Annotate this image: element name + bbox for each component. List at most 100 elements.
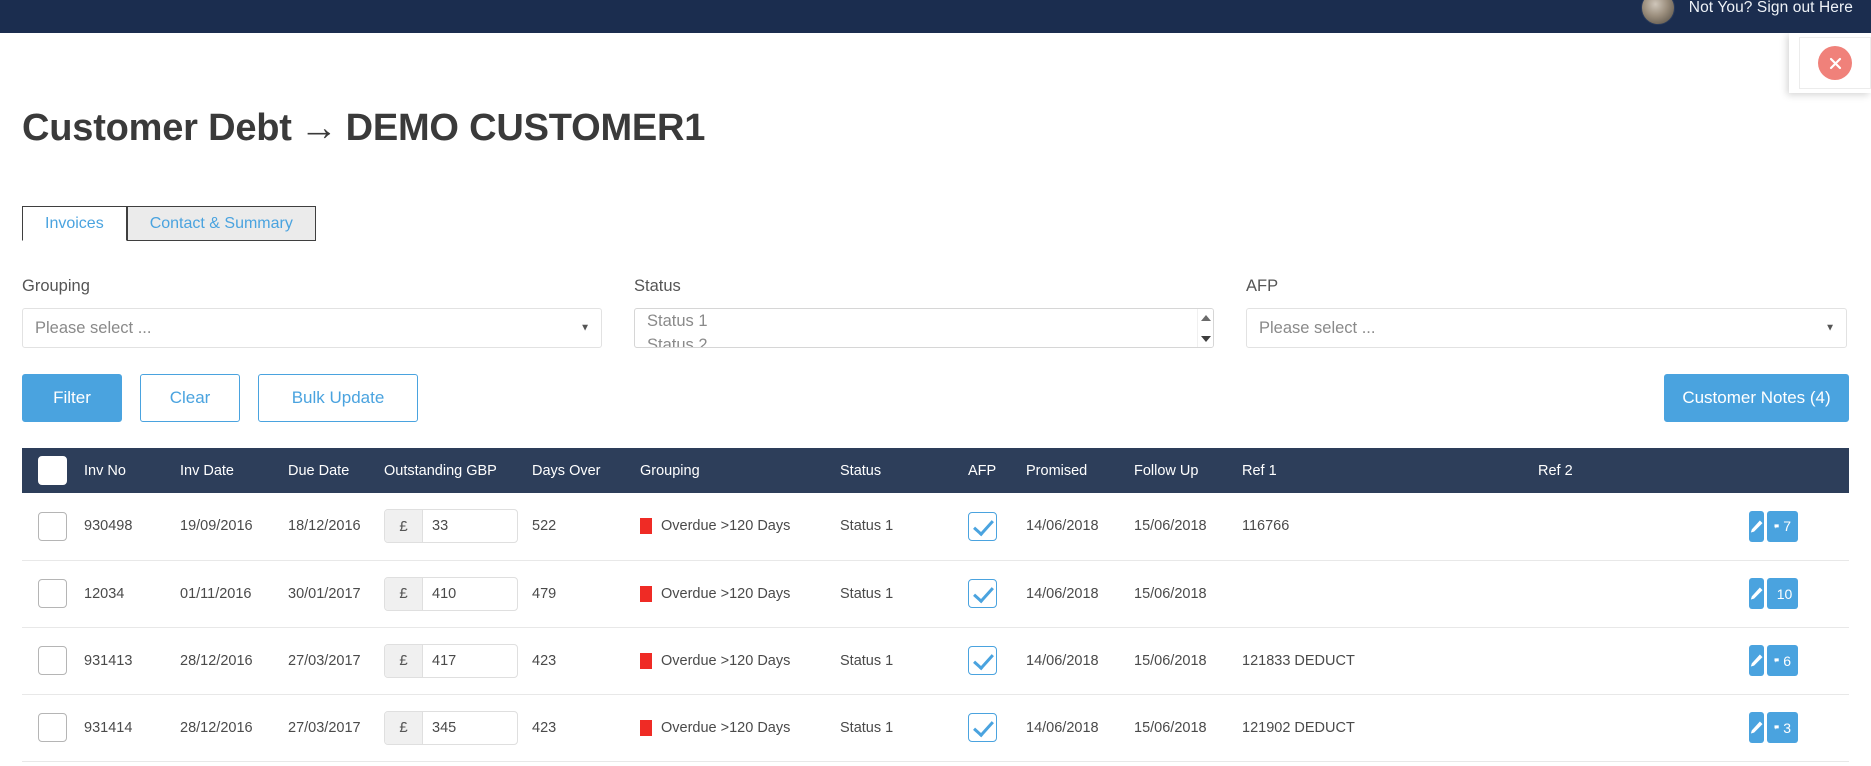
close-icon[interactable] <box>1818 46 1852 80</box>
afp-select[interactable]: Please select ... ▼ <box>1246 308 1847 348</box>
cell-inv-date: 01/11/2016 <box>174 560 282 628</box>
header-outstanding-gbp[interactable]: Outstanding GBP <box>378 448 526 493</box>
cell-days-over: 479 <box>526 560 634 628</box>
pencil-icon[interactable] <box>1749 645 1764 676</box>
afp-checkbox[interactable] <box>968 646 997 675</box>
cell-days-over: 522 <box>526 493 634 561</box>
afp-checkbox[interactable] <box>968 579 997 608</box>
cell-ref-1: 116766 <box>1236 493 1532 561</box>
header-inv-no[interactable]: Inv No <box>78 448 174 493</box>
outstanding-input-group: £33 <box>384 509 518 544</box>
header-inv-date[interactable]: Inv Date <box>174 448 282 493</box>
status-listbox-scrollbar[interactable] <box>1197 309 1213 347</box>
currency-symbol-icon: £ <box>385 644 423 677</box>
cell-follow-up: 15/06/2018 <box>1128 560 1236 628</box>
cell-outstanding: £345 <box>378 694 526 762</box>
header-status[interactable]: Status <box>834 448 962 493</box>
cell-follow-up: 15/06/2018 <box>1128 627 1236 695</box>
grouping-text: Overdue >120 Days <box>661 719 791 736</box>
cell-outstanding: £410 <box>378 560 526 628</box>
status-option-1[interactable]: Status 1 <box>635 309 1213 333</box>
clear-button[interactable]: Clear <box>140 374 240 422</box>
cell-due-date: 30/01/2017 <box>282 560 378 628</box>
cell-row-actions: 3 <box>1749 694 1849 762</box>
grouping-filter-group: Grouping Please select ... ▼ <box>22 277 634 348</box>
cell-follow-up: 15/06/2018 <box>1128 694 1236 762</box>
pencil-icon[interactable] <box>1749 510 1764 542</box>
cell-inv-date: 28/12/2016 <box>174 694 282 762</box>
header-ref-1[interactable]: Ref 1 <box>1236 448 1532 493</box>
cell-grouping: Overdue >120 Days <box>634 694 834 762</box>
cell-due-date: 18/12/2016 <box>282 493 378 561</box>
cell-outstanding: £417 <box>378 627 526 695</box>
cell-promised: 14/06/2018 <box>1020 694 1128 762</box>
cell-inv-date: 28/12/2016 <box>174 627 282 695</box>
status-option-2[interactable]: Status 2 <box>635 333 1213 347</box>
cell-row-actions: 7 <box>1749 493 1849 561</box>
outstanding-input[interactable]: 410 <box>423 578 517 610</box>
header-promised[interactable]: Promised <box>1020 448 1128 493</box>
note-comment-icon[interactable]: 3 <box>1767 712 1798 743</box>
invoice-table-header: Inv No Inv Date Due Date Outstanding GBP… <box>22 448 1849 493</box>
customer-notes-button[interactable]: Customer Notes (4) <box>1664 374 1849 422</box>
afp-filter-group: AFP Please select ... ▼ <box>1246 277 1847 348</box>
row-select-checkbox[interactable] <box>38 511 67 541</box>
cell-inv-no: 931413 <box>78 627 174 695</box>
afp-checkbox[interactable] <box>968 511 997 541</box>
invoice-table-body: 930498 19/09/2016 18/12/2016 £33 522 Overdue … <box>22 493 1849 762</box>
currency-symbol-icon: £ <box>385 711 423 744</box>
bulk-update-button[interactable]: Bulk Update <box>258 374 418 422</box>
page-title-customer: DEMO CUSTOMER1 <box>345 107 706 149</box>
select-all-checkbox[interactable] <box>38 456 67 485</box>
pencil-icon[interactable] <box>1749 578 1764 609</box>
cell-promised: 14/06/2018 <box>1020 493 1128 561</box>
filter-button[interactable]: Filter <box>22 374 122 422</box>
outstanding-input[interactable]: 33 <box>423 510 517 542</box>
note-comment-icon[interactable]: 7 <box>1767 510 1798 542</box>
cell-inv-date: 19/09/2016 <box>174 493 282 561</box>
cell-outstanding: £33 <box>378 493 526 561</box>
outstanding-input[interactable]: 345 <box>423 712 517 744</box>
cell-status: Status 1 <box>834 694 962 762</box>
row-select-checkbox[interactable] <box>38 646 67 675</box>
header-days-over[interactable]: Days Over <box>526 448 634 493</box>
tab-invoices[interactable]: Invoices <box>22 206 127 241</box>
status-filter-group: Status Status 1 Status 2 <box>634 277 1246 348</box>
outstanding-input[interactable]: 417 <box>423 645 517 677</box>
header-ref-2[interactable]: Ref 2 <box>1532 448 1792 493</box>
outstanding-input-group: £417 <box>384 643 518 678</box>
sign-out-link[interactable]: Not You? Sign out Here <box>1689 0 1853 17</box>
header-due-date[interactable]: Due Date <box>282 448 378 493</box>
cell-status: Status 1 <box>834 493 962 561</box>
cell-grouping: Overdue >120 Days <box>634 627 834 695</box>
header-follow-up[interactable]: Follow Up <box>1128 448 1236 493</box>
status-label: Status <box>634 277 681 295</box>
grouping-select[interactable]: Please select ... ▼ <box>22 308 602 348</box>
cell-afp <box>962 627 1020 695</box>
chevron-down-icon: ▼ <box>1825 322 1835 334</box>
cell-status: Status 1 <box>834 627 962 695</box>
navbar-user-area: Not You? Sign out Here <box>1640 0 1853 25</box>
note-comment-icon[interactable]: 10 <box>1767 578 1798 609</box>
cell-row-actions: 10 <box>1749 560 1849 628</box>
row-select-checkbox[interactable] <box>38 579 67 608</box>
header-grouping[interactable]: Grouping <box>634 448 834 493</box>
status-listbox[interactable]: Status 1 Status 2 <box>634 308 1214 348</box>
header-afp[interactable]: AFP <box>962 448 1020 493</box>
action-button-bar: Filter Clear Bulk Update Customer Notes … <box>22 374 1849 422</box>
cell-days-over: 423 <box>526 627 634 695</box>
afp-checkbox[interactable] <box>968 713 997 742</box>
note-comment-icon[interactable]: 6 <box>1767 645 1798 676</box>
chevron-down-icon: ▼ <box>580 322 590 334</box>
table-row: 931413 28/12/2016 27/03/2017 £417 423 Overdue… <box>22 627 1849 695</box>
scroll-up-arrow-icon[interactable] <box>1201 315 1211 321</box>
tab-contact-summary[interactable]: Contact & Summary <box>126 206 316 241</box>
cell-ref-1: 121833 DEDUCT <box>1236 627 1532 695</box>
scroll-down-arrow-icon[interactable] <box>1201 336 1211 342</box>
grouping-label: Grouping <box>22 277 90 295</box>
cell-promised: 14/06/2018 <box>1020 627 1128 695</box>
cell-due-date: 27/03/2017 <box>282 627 378 695</box>
avatar[interactable] <box>1640 0 1675 25</box>
row-select-checkbox[interactable] <box>38 713 67 742</box>
pencil-icon[interactable] <box>1749 712 1764 743</box>
